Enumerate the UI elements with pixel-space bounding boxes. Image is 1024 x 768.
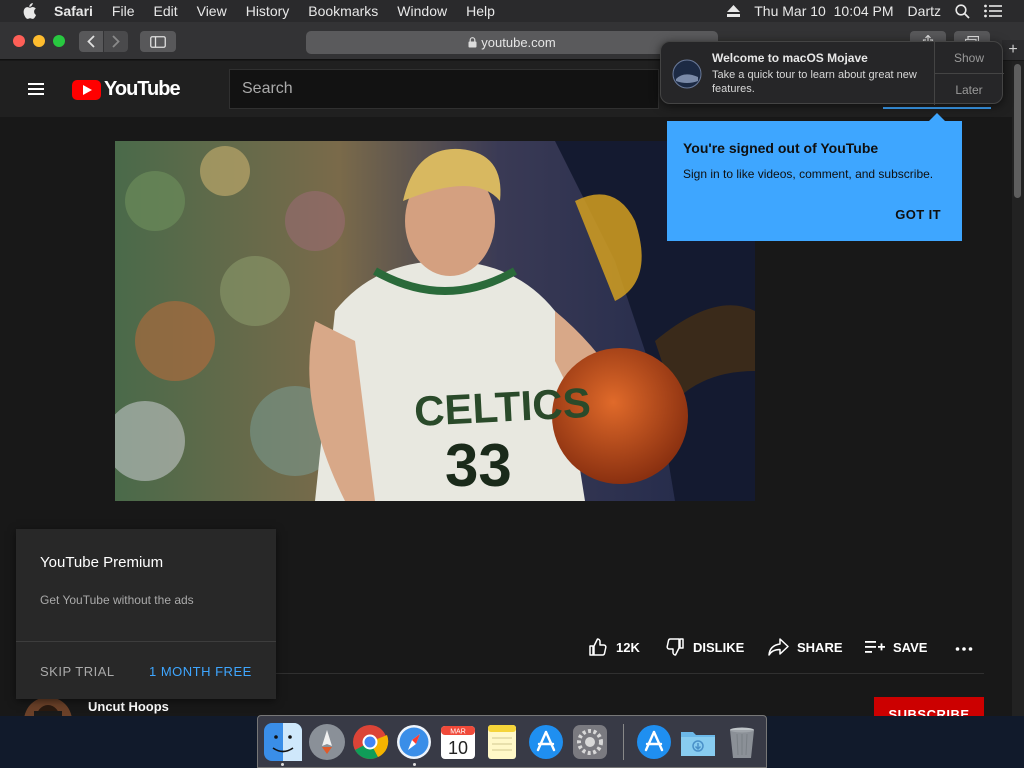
youtube-play-icon (72, 79, 101, 100)
jersey-text: CELTICS (413, 379, 592, 435)
mojave-icon (672, 59, 702, 89)
got-it-button[interactable]: GOT IT (895, 207, 941, 222)
dock: MAR 10 (257, 715, 767, 768)
downloads-folder-icon[interactable] (679, 723, 717, 761)
save-button[interactable]: SAVE (865, 636, 927, 658)
more-actions-icon[interactable] (955, 646, 973, 652)
eject-icon[interactable] (727, 5, 741, 17)
dislike-button[interactable]: DISLIKE (665, 636, 744, 658)
calendar-icon[interactable]: MAR 10 (439, 723, 477, 761)
save-label: SAVE (893, 639, 928, 655)
chrome-icon[interactable] (351, 723, 389, 761)
youtube-wordmark: YouTube (104, 78, 181, 100)
app-store-icon[interactable] (527, 723, 565, 761)
system-preferences-icon[interactable] (571, 723, 609, 761)
safari-running-indicator (413, 763, 416, 766)
sidebar-icon (150, 35, 166, 48)
notes-icon[interactable] (483, 723, 521, 761)
zoom-window-button[interactable] (53, 35, 65, 47)
menu-history[interactable]: History (246, 3, 290, 19)
new-tab-button[interactable]: + (1002, 40, 1024, 60)
menu-view[interactable]: View (197, 3, 227, 19)
share-arrow-icon (768, 638, 789, 656)
menu-help[interactable]: Help (466, 3, 495, 19)
menu-bookmarks[interactable]: Bookmarks (308, 3, 378, 19)
tooltip-body: Sign in to like videos, comment, and sub… (683, 167, 934, 181)
share-button[interactable]: SHARE (768, 636, 843, 658)
menu-window[interactable]: Window (397, 3, 447, 19)
notification-show-button[interactable]: Show (934, 42, 1004, 73)
plus-icon: + (1008, 41, 1018, 58)
one-month-free-button[interactable]: 1 MONTH FREE (149, 664, 252, 679)
menu-bar: Safari File Edit View History Bookmarks … (0, 0, 1024, 22)
page-scrollbar-thumb[interactable] (1014, 64, 1021, 198)
jersey-number: 33 (445, 432, 512, 499)
search-placeholder: Search (242, 80, 293, 97)
finder-running-indicator (281, 763, 284, 766)
close-window-button[interactable] (13, 35, 25, 47)
finder-icon[interactable] (264, 723, 302, 761)
video-frame: CELTICS 33 (115, 141, 755, 501)
calendar-day: 10 (448, 738, 468, 758)
tooltip-arrow (929, 113, 945, 121)
hamburger-menu-icon[interactable] (24, 79, 46, 99)
tooltip-title: You're signed out of YouTube (683, 140, 879, 156)
minimize-window-button[interactable] (33, 35, 45, 47)
signed-out-tooltip: You're signed out of YouTube Sign in to … (667, 113, 962, 241)
lock-icon (468, 37, 477, 48)
sidebar-toggle-button[interactable] (140, 31, 176, 52)
notification-center-icon[interactable] (984, 4, 1002, 18)
thumbs-down-icon (666, 638, 684, 656)
youtube-logo[interactable]: YouTube (72, 78, 181, 101)
premium-divider (16, 641, 276, 642)
chevron-left-icon (87, 35, 95, 48)
address-bar[interactable]: youtube.com (306, 31, 718, 54)
notification-title: Welcome to macOS Mojave (712, 51, 868, 65)
skip-trial-button[interactable]: SKIP TRIAL (40, 664, 115, 679)
menu-file[interactable]: File (112, 3, 135, 19)
spotlight-search-icon[interactable] (955, 3, 970, 19)
apple-icon[interactable] (20, 3, 38, 19)
notification-later-button[interactable]: Later (934, 74, 1004, 105)
premium-body: Get YouTube without the ads (40, 593, 194, 607)
dislike-label: DISLIKE (693, 639, 745, 655)
calendar-month: MAR (450, 729, 466, 736)
menu-clock[interactable]: Thu Mar 10 10:04 PM (754, 3, 893, 19)
sign-in-button[interactable] (883, 107, 991, 109)
launchpad-icon[interactable] (308, 723, 346, 761)
youtube-premium-card: YouTube Premium Get YouTube without the … (16, 529, 276, 699)
forward-button[interactable] (104, 31, 128, 52)
notification-body: Take a quick tour to learn about great n… (712, 69, 917, 95)
safari-icon[interactable] (395, 723, 433, 761)
trash-icon[interactable] (723, 723, 761, 761)
chevron-right-icon (112, 35, 120, 48)
premium-title: YouTube Premium (40, 554, 164, 571)
actions-divider (276, 673, 984, 674)
like-count: 12K (616, 639, 640, 655)
search-input[interactable]: Search (229, 69, 659, 109)
dock-separator (623, 724, 624, 760)
like-button[interactable]: 12K (588, 636, 640, 658)
menu-user[interactable]: Dartz (908, 3, 941, 19)
menu-app-name[interactable]: Safari (54, 3, 93, 19)
share-label: SHARE (797, 639, 843, 655)
video-player[interactable]: CELTICS 33 (115, 141, 755, 501)
app-store-download-icon[interactable] (635, 723, 673, 761)
thumbs-up-icon (589, 638, 607, 656)
playlist-add-icon (865, 641, 885, 653)
macos-notification[interactable]: Welcome to macOS Mojave Take a quick tou… (660, 41, 1004, 105)
address-url: youtube.com (481, 35, 556, 50)
back-button[interactable] (79, 31, 103, 52)
channel-name[interactable]: Uncut Hoops (88, 699, 169, 714)
menu-edit[interactable]: Edit (153, 3, 177, 19)
